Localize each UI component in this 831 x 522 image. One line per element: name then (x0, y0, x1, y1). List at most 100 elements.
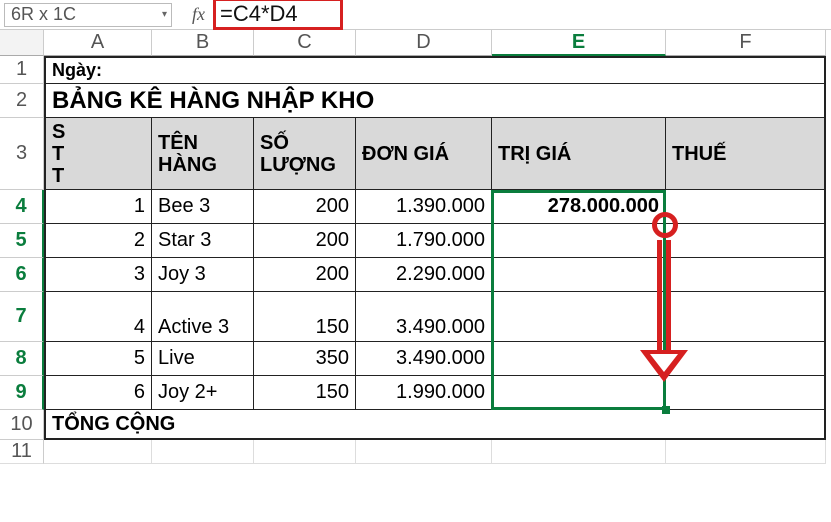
cell-C6[interactable]: 200 (254, 258, 356, 292)
cell-A6[interactable]: 3 (44, 258, 152, 292)
cell-F11[interactable] (666, 440, 826, 464)
cell-A10[interactable]: TỔNG CỘNG (44, 410, 152, 440)
cell-E2[interactable] (492, 84, 666, 118)
cell-B8[interactable]: Live (152, 342, 254, 376)
cell-C5[interactable]: 200 (254, 224, 356, 258)
cell-A8[interactable]: 5 (44, 342, 152, 376)
cell-F9[interactable] (666, 376, 826, 410)
cell-B3[interactable]: TÊN HÀNG (152, 118, 254, 190)
cell-D9[interactable]: 1.990.000 (356, 376, 492, 410)
cell-F7[interactable] (666, 292, 826, 342)
select-all-corner[interactable] (0, 30, 44, 56)
cell-C10[interactable] (254, 410, 356, 440)
cell-D6[interactable]: 2.290.000 (356, 258, 492, 292)
cell-A1[interactable]: Ngày: (44, 56, 152, 84)
row-10: 10 TỔNG CỘNG (0, 410, 831, 440)
cell-B1[interactable] (152, 56, 254, 84)
row-header-8[interactable]: 8 (0, 342, 44, 376)
cell-E11[interactable] (492, 440, 666, 464)
row-4: 4 1 Bee 3 200 1.390.000 278.000.000 (0, 190, 831, 224)
column-headers: A B C D E F (0, 30, 831, 56)
row-header-2[interactable]: 2 (0, 84, 44, 118)
formula-bar: 6R x 1C ▾ fx =C4*D4 (0, 0, 831, 30)
cell-E4[interactable]: 278.000.000 (492, 190, 666, 224)
row-8: 8 5 Live 350 3.490.000 (0, 342, 831, 376)
cell-B7[interactable]: Active 3 (152, 292, 254, 342)
cell-C8[interactable]: 350 (254, 342, 356, 376)
cell-A11[interactable] (44, 440, 152, 464)
cell-F5[interactable] (666, 224, 826, 258)
cell-F3[interactable]: THUẾ (666, 118, 826, 190)
row-11: 11 (0, 440, 831, 464)
fill-handle[interactable] (662, 406, 670, 414)
cell-F1[interactable] (666, 56, 826, 84)
cell-B11[interactable] (152, 440, 254, 464)
annotation-arrow-down-icon (640, 240, 688, 382)
formula-text: =C4*D4 (220, 1, 298, 27)
row-5: 5 2 Star 3 200 1.790.000 (0, 224, 831, 258)
cell-D2[interactable] (356, 84, 492, 118)
cell-D4[interactable]: 1.390.000 (356, 190, 492, 224)
cell-D5[interactable]: 1.790.000 (356, 224, 492, 258)
annotation-circle-icon (652, 212, 678, 238)
cell-D10[interactable] (356, 410, 492, 440)
cell-D7[interactable]: 3.490.000 (356, 292, 492, 342)
fx-icon[interactable]: fx (192, 4, 205, 25)
name-box[interactable]: 6R x 1C ▾ (4, 3, 172, 27)
cell-A4[interactable]: 1 (44, 190, 152, 224)
cell-A2[interactable]: BẢNG KÊ HÀNG NHẬP KHO (44, 84, 152, 118)
cell-E10[interactable] (492, 410, 666, 440)
cell-D11[interactable] (356, 440, 492, 464)
cell-F2[interactable] (666, 84, 826, 118)
cell-C1[interactable] (254, 56, 356, 84)
cell-F10[interactable] (666, 410, 826, 440)
cell-C2[interactable] (254, 84, 356, 118)
name-box-value: 6R x 1C (11, 4, 76, 25)
cell-B9[interactable]: Joy 2+ (152, 376, 254, 410)
cell-B4[interactable]: Bee 3 (152, 190, 254, 224)
spreadsheet-grid: A B C D E F 1 Ngày: 2 BẢNG KÊ HÀNG NHẬP … (0, 30, 831, 464)
cell-F4[interactable] (666, 190, 826, 224)
row-header-9[interactable]: 9 (0, 376, 44, 410)
cell-B6[interactable]: Joy 3 (152, 258, 254, 292)
row-1: 1 Ngày: (0, 56, 831, 84)
cell-D3[interactable]: ĐƠN GIÁ (356, 118, 492, 190)
col-header-E[interactable]: E (492, 30, 666, 56)
col-header-F[interactable]: F (666, 30, 826, 56)
cell-C11[interactable] (254, 440, 356, 464)
cell-A5[interactable]: 2 (44, 224, 152, 258)
cell-D1[interactable] (356, 56, 492, 84)
cell-A3[interactable]: S T T (44, 118, 152, 190)
col-header-C[interactable]: C (254, 30, 356, 56)
row-header-11[interactable]: 11 (0, 440, 44, 464)
cell-C7[interactable]: 150 (254, 292, 356, 342)
col-header-A[interactable]: A (44, 30, 152, 56)
col-header-D[interactable]: D (356, 30, 492, 56)
cell-E3[interactable]: TRỊ GIÁ (492, 118, 666, 190)
row-header-10[interactable]: 10 (0, 410, 44, 440)
row-header-1[interactable]: 1 (0, 56, 44, 84)
cell-F8[interactable] (666, 342, 826, 376)
row-header-5[interactable]: 5 (0, 224, 44, 258)
col-header-B[interactable]: B (152, 30, 254, 56)
cell-C4[interactable]: 200 (254, 190, 356, 224)
row-header-3[interactable]: 3 (0, 118, 44, 190)
cell-B2[interactable] (152, 84, 254, 118)
cell-C3[interactable]: SỐ LƯỢNG (254, 118, 356, 190)
row-9: 9 6 Joy 2+ 150 1.990.000 (0, 376, 831, 410)
cell-C9[interactable]: 150 (254, 376, 356, 410)
row-header-7[interactable]: 7 (0, 292, 44, 342)
formula-input[interactable]: =C4*D4 (213, 0, 343, 30)
row-3: 3 S T T TÊN HÀNG SỐ LƯỢNG ĐƠN GIÁ TRỊ GI… (0, 118, 831, 190)
cell-B10[interactable] (152, 410, 254, 440)
row-header-4[interactable]: 4 (0, 190, 44, 224)
cell-A9[interactable]: 6 (44, 376, 152, 410)
row-header-6[interactable]: 6 (0, 258, 44, 292)
cell-D8[interactable]: 3.490.000 (356, 342, 492, 376)
cell-B5[interactable]: Star 3 (152, 224, 254, 258)
row-6: 6 3 Joy 3 200 2.290.000 (0, 258, 831, 292)
name-box-dropdown-icon[interactable]: ▾ (162, 9, 167, 20)
cell-E1[interactable] (492, 56, 666, 84)
cell-A7[interactable]: 4 (44, 292, 152, 342)
cell-F6[interactable] (666, 258, 826, 292)
